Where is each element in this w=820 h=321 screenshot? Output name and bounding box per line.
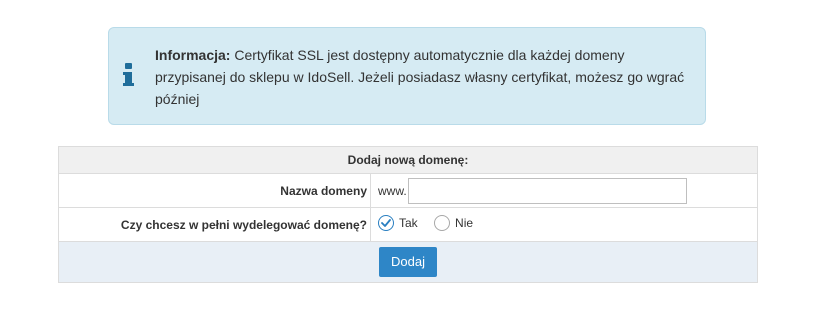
checkmark-icon: [381, 219, 391, 227]
form-header: Dodaj nową domenę:: [58, 146, 758, 174]
add-domain-button[interactable]: Dodaj: [379, 247, 437, 277]
domain-input[interactable]: [407, 177, 687, 204]
delegate-label: Czy chcesz w pełni wydelegować domenę?: [58, 207, 371, 242]
info-title: Informacja:: [155, 47, 231, 63]
radio-option-tak[interactable]: Tak: [378, 215, 418, 231]
submit-cell: Dodaj: [58, 241, 758, 283]
domain-row: Nazwa domeny www.: [58, 173, 758, 208]
radio-label-nie: Nie: [455, 216, 474, 230]
radio-nie[interactable]: [434, 215, 451, 231]
delegate-options: Tak Nie: [370, 207, 758, 242]
delegate-row: Czy chcesz w pełni wydelegować domenę? T…: [58, 207, 758, 242]
domain-value-cell: www.: [370, 173, 758, 208]
form-header-row: Dodaj nową domenę:: [58, 146, 758, 174]
add-domain-form: Dodaj nową domenę: Nazwa domeny www. Czy…: [58, 146, 758, 283]
radio-tak[interactable]: [378, 215, 394, 231]
info-alert: Informacja: Certyfikat SSL jest dostępny…: [108, 27, 706, 125]
radio-option-nie[interactable]: Nie: [434, 215, 473, 231]
radio-label-tak: Tak: [399, 216, 418, 230]
info-icon: [122, 63, 136, 87]
domain-prefix: www.: [378, 183, 407, 198]
submit-row: Dodaj: [58, 241, 758, 283]
domain-label: Nazwa domeny: [58, 173, 371, 208]
info-message: Informacja: Certyfikat SSL jest dostępny…: [155, 44, 685, 110]
info-body: Certyfikat SSL jest dostępny automatyczn…: [155, 47, 685, 107]
